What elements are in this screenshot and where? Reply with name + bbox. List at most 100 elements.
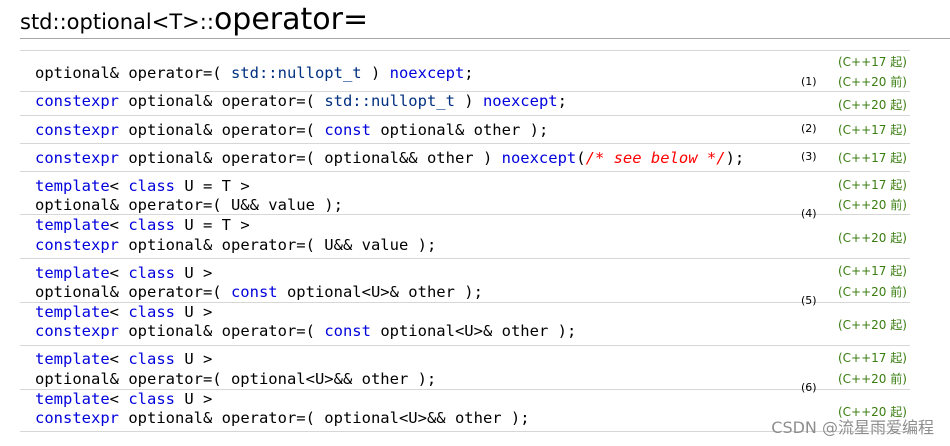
row-divider: [20, 50, 910, 51]
code-text: optional& operator=(: [35, 64, 231, 82]
code-line: template< class U = T >: [35, 216, 250, 235]
code-keyword: constexpr: [35, 92, 119, 110]
code-text: optional& operator=( optional<U>&& other…: [119, 409, 530, 427]
code-keyword: const: [230, 283, 278, 301]
version-badge: (C++17 起): [838, 123, 907, 137]
code-keyword: constexpr: [35, 121, 119, 139]
code-line: constexpr optional& operator=( const opt…: [35, 322, 576, 341]
code-keyword: class: [128, 390, 175, 408]
code-text: U >: [175, 264, 213, 282]
code-text: optional& operator=(: [119, 121, 325, 139]
code-line: constexpr optional& operator=( U&& value…: [35, 236, 436, 255]
code-keyword: class: [128, 303, 175, 321]
code-text: );: [725, 149, 745, 167]
version-badge: (C++17 起): [838, 351, 907, 365]
code-keyword: constexpr: [35, 149, 119, 167]
code-keyword: const: [324, 322, 371, 340]
title-prefix: std::optional<T>::: [20, 10, 214, 34]
row-divider: [20, 258, 910, 259]
code-line: constexpr optional& operator=( std::null…: [35, 92, 567, 111]
code-text: (: [576, 149, 586, 167]
code-text: U >: [175, 303, 213, 321]
version-badge: (C++17 起): [838, 55, 907, 69]
code-keyword: template: [35, 303, 110, 321]
code-keyword: noexcept: [389, 64, 465, 82]
overload-number: (5): [801, 294, 817, 307]
code-line: template< class U >: [35, 390, 212, 409]
code-line: constexpr optional& operator=( optional<…: [35, 409, 530, 428]
row-divider: [20, 345, 910, 346]
code-text: ;: [464, 64, 474, 82]
code-text: <: [109, 216, 129, 234]
version-badge: (C++17 起): [838, 151, 907, 165]
code-text: optional& other );: [370, 121, 549, 139]
code-keyword: class: [128, 264, 175, 282]
code-keyword: template: [35, 390, 110, 408]
code-text: optional& operator=(: [119, 92, 325, 110]
version-badge: (C++17 起): [838, 178, 907, 192]
code-text: optional& operator=(: [35, 283, 231, 301]
overload-number: (1): [801, 75, 817, 88]
code-text: optional& operator=( optional&& other ): [119, 149, 502, 167]
code-keyword: template: [35, 177, 110, 195]
code-line: optional& operator=( std::nullopt_t ) no…: [35, 64, 474, 83]
overload-number: (4): [801, 207, 817, 220]
row-divider: [20, 143, 910, 144]
code-keyword: const: [324, 121, 371, 139]
code-text: <: [109, 177, 129, 195]
version-badge: (C++20 起): [838, 318, 907, 332]
code-keyword: constexpr: [35, 322, 119, 340]
code-text: <: [109, 390, 129, 408]
code-text: <: [109, 264, 129, 282]
code-text: ): [361, 64, 390, 82]
row-divider: [20, 171, 910, 172]
code-keyword: noexcept: [501, 149, 577, 167]
code-line: optional& operator=( optional<U>&& other…: [35, 370, 436, 389]
code-text: optional& operator=( U&& value );: [35, 196, 343, 214]
code-text: ;: [557, 92, 567, 110]
code-line: template< class U >: [35, 264, 212, 283]
code-text: optional& operator=( optional<U>&& other…: [35, 370, 437, 388]
code-line: constexpr optional& operator=( optional&…: [35, 149, 744, 168]
code-keyword: constexpr: [35, 236, 119, 254]
code-text: <: [109, 303, 129, 321]
code-line: optional& operator=( const optional<U>& …: [35, 283, 483, 302]
title-divider: [20, 38, 950, 39]
code-text: U = T >: [175, 216, 250, 234]
overload-number: (3): [801, 150, 817, 163]
code-keyword: noexcept: [482, 92, 558, 110]
code-comment: /* see below */: [585, 149, 726, 167]
code-line: constexpr optional& operator=( const opt…: [35, 121, 548, 140]
version-badge: (C++20 前): [838, 75, 907, 89]
code-keyword: class: [128, 216, 175, 234]
code-keyword: template: [35, 350, 110, 368]
code-text: U >: [175, 390, 213, 408]
code-line: template< class U >: [35, 303, 212, 322]
overload-number: (2): [801, 122, 817, 135]
code-keyword: class: [128, 177, 175, 195]
code-text: optional<U>& other );: [277, 283, 483, 301]
code-keyword: template: [35, 264, 110, 282]
version-badge: (C++20 起): [838, 98, 907, 112]
version-badge: (C++20 起): [838, 231, 907, 245]
row-divider: [20, 115, 910, 116]
code-line: template< class U = T >: [35, 177, 250, 196]
code-line: template< class U >: [35, 350, 212, 369]
code-text: <: [109, 350, 129, 368]
code-line: optional& operator=( U&& value );: [35, 196, 343, 215]
version-badge: (C++20 前): [838, 372, 907, 386]
code-type: std::nullopt_t: [230, 64, 362, 82]
code-text: optional& operator=(: [119, 322, 325, 340]
code-text: ): [454, 92, 483, 110]
version-badge: (C++17 起): [838, 264, 907, 278]
code-type: std::nullopt_t: [324, 92, 455, 110]
code-text: U = T >: [175, 177, 250, 195]
title-name: operator=: [213, 2, 369, 37]
code-text: optional& operator=( U&& value );: [119, 236, 437, 254]
code-keyword: template: [35, 216, 110, 234]
csdn-watermark: CSDN @流星雨爱编程: [771, 418, 934, 437]
code-keyword: class: [128, 350, 175, 368]
version-badge: (C++20 前): [838, 198, 907, 212]
version-badge: (C++20 前): [838, 285, 907, 299]
code-keyword: constexpr: [35, 409, 119, 427]
